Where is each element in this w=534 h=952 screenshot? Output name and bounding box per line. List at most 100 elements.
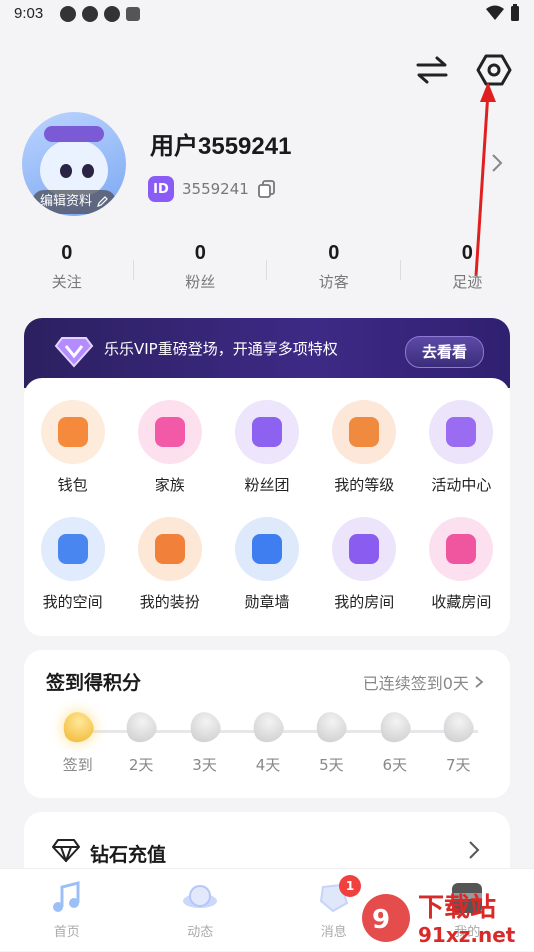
avatar-eye [82, 164, 94, 178]
planet-icon [41, 517, 105, 581]
feature-item[interactable]: 粉丝团 [218, 400, 315, 495]
icon-glyph [58, 534, 88, 564]
sign-in-day[interactable]: 3天 [173, 712, 236, 775]
feature-label: 钱包 [58, 474, 88, 495]
chevron-right-icon[interactable] [490, 152, 504, 174]
icon-glyph [58, 417, 88, 447]
watermark: 9 下载站 91xz.net [358, 882, 528, 948]
diamond-recharge-label: 钻石充值 [90, 840, 166, 867]
stat-value: 0 [401, 242, 534, 265]
icon-glyph [252, 534, 282, 564]
stat-label: 粉丝 [134, 271, 268, 292]
feature-item[interactable]: 钱包 [24, 400, 121, 495]
stat-footprints[interactable]: 0 足迹 [401, 242, 534, 302]
level-icon [332, 400, 396, 464]
feature-item[interactable]: 我的房间 [316, 517, 413, 612]
sign-in-day-label: 签到 [63, 754, 93, 775]
feature-label: 我的空间 [43, 591, 103, 612]
notification-icons [60, 6, 140, 22]
avatar-headband [44, 126, 104, 142]
profile-header[interactable]: 编辑资料 用户3559241 ID 3559241 [22, 112, 512, 222]
stat-fans[interactable]: 0 粉丝 [134, 242, 268, 302]
chevron-right-icon [474, 675, 484, 689]
features-card: 钱包 家族粉丝团 我的等级活动中心我的空间 我的装扮勋章墙我的房间 收藏房间 [24, 378, 510, 636]
pencil-icon [96, 196, 108, 208]
sign-in-day[interactable]: 7天 [427, 712, 490, 775]
system-icons [486, 4, 520, 22]
icon-glyph [446, 534, 476, 564]
icon-glyph [349, 417, 379, 447]
gold-bean-icon [58, 708, 96, 746]
feature-label: 收藏房间 [431, 591, 491, 612]
sign-in-card: 签到得积分 已连续签到0天 签到 2天 3天 4天 5天 6天 7天 [24, 650, 510, 798]
sign-in-day[interactable]: 2天 [109, 712, 172, 775]
star-room-icon [429, 517, 493, 581]
wallet-icon [41, 400, 105, 464]
family-icon [138, 400, 202, 464]
sign-in-day[interactable]: 5天 [300, 712, 363, 775]
feature-item[interactable]: 勋章墙 [218, 517, 315, 612]
sign-in-day-label: 3天 [192, 754, 217, 775]
sign-in-day[interactable]: 签到 [46, 712, 109, 775]
outfit-icon [138, 517, 202, 581]
bean-icon [122, 708, 160, 746]
watermark-logo: 9 下载站 91xz.net [358, 882, 528, 948]
gift-icon [429, 400, 493, 464]
feature-item[interactable]: 收藏房间 [413, 517, 510, 612]
vip-diamond-icon [54, 330, 94, 370]
stat-value: 0 [0, 242, 134, 265]
avatar[interactable]: 编辑资料 [22, 112, 126, 216]
feature-item[interactable]: 我的空间 [24, 517, 121, 612]
stat-visitors[interactable]: 0 访客 [267, 242, 401, 302]
sign-in-streak-text: 已连续签到0天 [363, 674, 469, 693]
bean-icon [312, 708, 350, 746]
music-icon [48, 879, 86, 917]
bean-icon [185, 708, 223, 746]
feature-label: 我的装扮 [140, 591, 200, 612]
sign-in-day[interactable]: 6天 [363, 712, 426, 775]
feature-item[interactable]: 活动中心 [413, 400, 510, 495]
icon-glyph [446, 417, 476, 447]
notification-icon [104, 6, 120, 22]
feature-item[interactable]: 家族 [121, 400, 218, 495]
diamond-icon [52, 838, 80, 862]
sign-in-day-label: 4天 [256, 754, 281, 775]
username: 用户3559241 [150, 126, 291, 161]
notification-icon [126, 7, 140, 21]
bean-icon [249, 708, 287, 746]
stat-label: 关注 [0, 271, 134, 292]
feature-label: 我的房间 [334, 591, 394, 612]
feature-label: 我的等级 [334, 474, 394, 495]
sign-in-day[interactable]: 4天 [236, 712, 299, 775]
sign-in-title: 签到得积分 [46, 668, 141, 695]
status-time: 9:03 [14, 5, 43, 22]
notification-icon [60, 6, 76, 22]
stat-value: 0 [134, 242, 268, 265]
feature-label: 粉丝团 [244, 474, 289, 495]
sign-in-day-label: 5天 [319, 754, 344, 775]
tab-home[interactable]: 首页 [0, 869, 134, 951]
sign-in-streak[interactable]: 已连续签到0天 [363, 670, 484, 694]
sign-in-day-label: 7天 [446, 754, 471, 775]
feature-item[interactable]: 我的等级 [316, 400, 413, 495]
stat-value: 0 [267, 242, 401, 265]
wifi-icon [486, 5, 504, 21]
svg-text:9: 9 [372, 905, 390, 935]
room-icon [332, 517, 396, 581]
stat-following[interactable]: 0 关注 [0, 242, 134, 302]
vip-go-button[interactable]: 去看看 [405, 336, 484, 368]
tab-label: 首页 [54, 921, 80, 940]
copy-icon[interactable] [257, 179, 277, 199]
icon-glyph [252, 417, 282, 447]
tab-feed[interactable]: 动态 [134, 869, 268, 951]
sign-in-days: 签到 2天 3天 4天 5天 6天 7天 [46, 712, 490, 775]
switch-account-button[interactable] [414, 52, 450, 88]
feature-item[interactable]: 我的装扮 [121, 517, 218, 612]
tab-label: 消息 [321, 921, 347, 940]
edit-profile-button[interactable]: 编辑资料 [32, 190, 116, 214]
avatar-eye [60, 164, 72, 178]
planet-ufo-icon [181, 879, 219, 917]
icon-glyph [349, 534, 379, 564]
chevron-right-icon [468, 840, 480, 860]
icon-glyph [155, 534, 185, 564]
